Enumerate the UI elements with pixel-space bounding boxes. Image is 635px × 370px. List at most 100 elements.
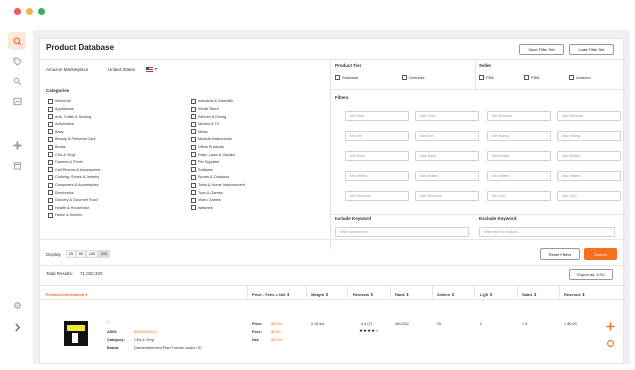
minimize-window-button[interactable] (26, 8, 33, 15)
price-fees-net-header[interactable]: Price - Fees = Net ⇕ (252, 292, 290, 297)
marketplace-select[interactable]: United States (108, 67, 135, 72)
filter-input[interactable]: Min Rank (345, 151, 409, 161)
category-checkbox[interactable] (191, 167, 196, 173)
category-checkbox[interactable] (191, 99, 196, 104)
category-checkbox[interactable] (48, 167, 53, 173)
display-200-button[interactable]: 200 (98, 250, 110, 258)
tag-icon[interactable] (8, 52, 26, 70)
chevron-down-icon[interactable]: ▾ (155, 66, 157, 71)
category-checkbox[interactable] (48, 213, 53, 218)
category-label: Electronics (55, 190, 74, 195)
product-thumbnail[interactable] (64, 321, 88, 346)
export-csv-button[interactable]: Export as .CSV (569, 269, 613, 280)
category-checkbox[interactable] (48, 99, 53, 104)
track-product-icon[interactable] (606, 335, 615, 348)
category-checkbox[interactable] (191, 106, 196, 112)
display-50-button[interactable]: 50 (76, 250, 86, 258)
close-window-button[interactable] (14, 8, 21, 15)
display-100-button[interactable]: 100 (86, 250, 98, 258)
filter-input[interactable]: Max LQS (557, 191, 621, 201)
oversize-checkbox[interactable] (402, 75, 407, 80)
filter-input[interactable]: Max Price (415, 111, 479, 121)
calendar-icon[interactable] (8, 156, 26, 174)
lqs-header[interactable]: LQS ⇕ (480, 292, 493, 297)
filter-input[interactable]: Min Revenue (345, 191, 409, 201)
category-checkbox[interactable] (48, 114, 53, 120)
maximize-window-button[interactable] (38, 8, 45, 15)
category-checkbox[interactable] (48, 175, 53, 180)
category-checkbox[interactable] (191, 137, 196, 142)
filter-input[interactable]: Max Reviews (557, 111, 621, 121)
display-25-button[interactable]: 25 (66, 250, 76, 258)
exclude-keyword-input[interactable]: Enter term to exclude... (479, 227, 615, 237)
category-checkbox[interactable] (48, 106, 53, 112)
category-checkbox[interactable] (48, 121, 53, 127)
save-filter-set-button[interactable]: Save Filter Set (519, 44, 564, 55)
filter-input[interactable]: Max Sellers (557, 171, 621, 181)
add-product-plus-icon[interactable] (606, 318, 615, 331)
filter-input[interactable]: Min Net (345, 131, 409, 141)
expand-sidebar-chevron-icon[interactable] (8, 318, 26, 336)
category-checkbox[interactable] (48, 190, 53, 196)
search-button[interactable]: Search (584, 248, 617, 260)
category-checkbox[interactable] (48, 137, 53, 142)
product-database-icon[interactable] (8, 32, 26, 50)
category-checkbox[interactable] (48, 159, 53, 165)
category-checkbox[interactable] (191, 144, 196, 150)
sales-header[interactable]: Sales ⇕ (522, 292, 537, 297)
sellers-header[interactable]: Sellers ⇕ (437, 292, 455, 297)
category-label: Video Games (198, 198, 221, 203)
sort-icon: ▾ (85, 292, 88, 297)
filter-input[interactable]: Min LQS (487, 191, 551, 201)
category-checkbox[interactable] (191, 182, 196, 188)
us-flag-icon[interactable] (146, 67, 153, 72)
filter-input[interactable]: Min Reviews (487, 111, 551, 121)
category-checkbox[interactable] (48, 197, 53, 203)
amazon-checkbox[interactable] (569, 75, 574, 80)
product-information-header[interactable]: Product Information ▾ (46, 292, 87, 297)
category-checkbox[interactable] (191, 190, 196, 196)
include-keyword-input[interactable]: Enter search term... (335, 227, 469, 237)
standard-checkbox[interactable] (335, 75, 340, 80)
weight-header[interactable]: Weight ⇕ (311, 292, 329, 297)
price-fees-net-header-label: Price - Fees = Net (252, 292, 286, 297)
revenue-header[interactable]: Revenue ⇕ (564, 292, 585, 297)
category-checkbox[interactable] (191, 152, 196, 158)
filter-input[interactable]: Max Sellers (415, 171, 479, 181)
category-checkbox[interactable] (191, 121, 196, 127)
filter-input[interactable]: Max Rating (557, 131, 621, 141)
asin-link[interactable]: B000000Q23 (134, 330, 156, 334)
category-checkbox[interactable] (191, 159, 196, 165)
filter-input[interactable]: Min Weight (487, 151, 551, 161)
filter-input[interactable]: Min Price (345, 111, 409, 121)
filter-input[interactable]: Max Net (415, 131, 479, 141)
category-checkbox[interactable] (191, 129, 196, 135)
settings-gear-icon[interactable] (8, 296, 26, 314)
category-checkbox[interactable] (191, 175, 196, 180)
category-checkbox[interactable] (191, 197, 196, 203)
category-checkbox[interactable] (191, 205, 196, 211)
filter-input[interactable]: Max Weight (557, 151, 621, 161)
reviews-header[interactable]: Reviews ⇕ (353, 292, 374, 297)
fba-checkbox[interactable] (479, 75, 484, 80)
filter-input[interactable]: Min Sellers (487, 171, 551, 181)
category-checkbox[interactable] (48, 205, 53, 211)
reset-filters-button[interactable]: Reset Filters (540, 248, 580, 260)
filter-input[interactable]: Max Rank (415, 151, 479, 161)
filter-input[interactable]: Max Revenue (415, 191, 479, 201)
filter-input[interactable]: Min Rating (487, 131, 551, 141)
filter-input[interactable]: Min Sellers (345, 171, 409, 181)
image-icon[interactable] (8, 92, 26, 110)
category-checkbox[interactable] (48, 129, 53, 135)
category-checkbox[interactable] (48, 144, 53, 150)
keyword-search-icon[interactable] (8, 72, 26, 90)
category-checkbox[interactable] (191, 114, 196, 120)
category-label: Select All (55, 99, 71, 104)
load-filter-set-button[interactable]: Load Filter Set (569, 44, 614, 55)
rank-header[interactable]: Rank ⇕ (395, 292, 409, 297)
fbm-checkbox[interactable] (524, 75, 529, 80)
connect-icon[interactable] (8, 136, 26, 154)
category-checkbox[interactable] (48, 182, 53, 188)
category-checkbox[interactable] (48, 152, 53, 158)
revenue-header-label: Revenue (564, 292, 581, 297)
